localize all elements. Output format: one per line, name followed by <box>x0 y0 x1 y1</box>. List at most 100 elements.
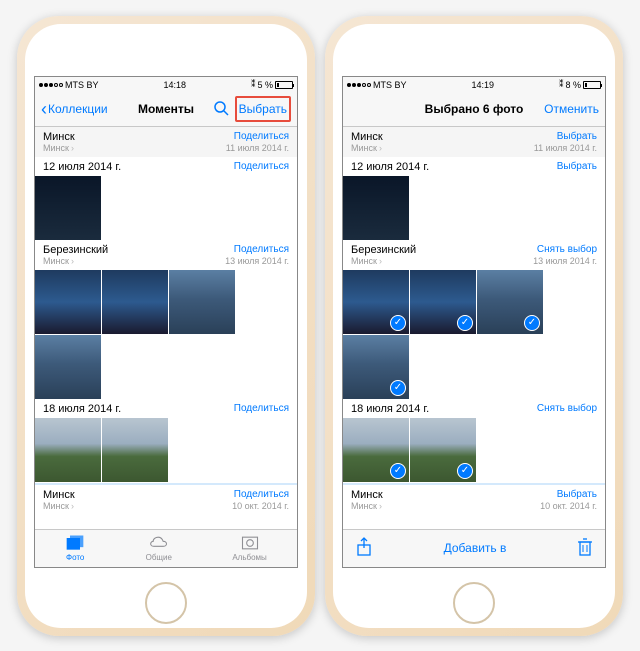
section-header[interactable]: МинскМинск › Выбрать11 июля 2014 г. <box>343 127 605 157</box>
tab-label: Фото <box>66 553 84 562</box>
section-title: Минск <box>43 489 75 501</box>
section-subtitle: Минск › <box>351 501 383 511</box>
carrier-label: MTS BY <box>373 80 407 90</box>
section-header[interactable]: БерезинскийМинск › Снять выбор13 июля 20… <box>343 240 605 270</box>
tab-bar: Фото Общие Альбомы <box>35 529 297 567</box>
checkmark-icon: ✓ <box>390 380 406 396</box>
cloud-icon <box>149 534 169 552</box>
tab-label: Общие <box>146 553 172 562</box>
checkmark-icon: ✓ <box>390 463 406 479</box>
checkmark-icon: ✓ <box>390 315 406 331</box>
time-label: 14:18 <box>163 80 186 90</box>
section-title: Минск <box>43 131 75 143</box>
section-header[interactable]: 18 июля 2014 г. Поделиться <box>35 399 297 418</box>
section-date: 10 окт. 2014 г. <box>232 501 289 511</box>
nav-title: Моменты <box>138 102 194 116</box>
search-icon[interactable] <box>213 100 229 119</box>
photo-thumbnail[interactable]: ✓ <box>477 270 543 334</box>
home-button[interactable] <box>453 582 495 624</box>
section-title: Минск <box>351 489 383 501</box>
tab-label: Альбомы <box>232 553 266 562</box>
section-header[interactable]: БерезинскийМинск › Поделиться13 июля 201… <box>35 240 297 270</box>
photo-thumbnail[interactable] <box>35 335 101 399</box>
nav-bar: ‹ Коллекции Моменты Выбрать <box>35 93 297 127</box>
back-label: Коллекции <box>48 102 108 116</box>
checkmark-icon: ✓ <box>457 463 473 479</box>
phone-right: MTS BY 14:19 ⁑ 8 % Выбрано 6 фото Отмени… <box>325 16 623 636</box>
select-button[interactable]: Выбрать <box>235 96 291 122</box>
battery-label: 5 % <box>257 80 273 90</box>
share-link[interactable]: Поделиться <box>225 244 289 255</box>
section-date: 11 июля 2014 г. <box>534 143 597 153</box>
select-link[interactable]: Выбрать <box>557 161 597 172</box>
time-label: 14:19 <box>471 80 494 90</box>
back-button[interactable]: ‹ Коллекции <box>41 99 108 120</box>
addto-button[interactable]: Добавить в <box>444 541 507 555</box>
checkmark-icon: ✓ <box>457 315 473 331</box>
section-title: 18 июля 2014 г. <box>351 403 429 415</box>
photo-thumbnail[interactable]: ✓ <box>343 418 409 482</box>
battery-icon <box>583 81 601 89</box>
section-subtitle: Минск › <box>43 501 75 511</box>
share-link[interactable]: Поделиться <box>226 131 289 142</box>
deselect-link[interactable]: Снять выбор <box>533 244 597 255</box>
section-header[interactable]: 12 июля 2014 г. Выбрать <box>343 157 605 176</box>
tab-shared[interactable]: Общие <box>146 534 172 562</box>
section-header[interactable]: 12 июля 2014 г. Поделиться <box>35 157 297 176</box>
section-subtitle: Минск › <box>351 143 383 153</box>
select-link[interactable]: Выбрать <box>534 131 597 142</box>
battery-icon <box>275 81 293 89</box>
photo-thumbnail[interactable] <box>169 270 235 334</box>
photos-icon <box>65 534 85 552</box>
signal-icon <box>39 83 63 87</box>
photo-thumbnail[interactable]: ✓ <box>343 270 409 334</box>
section-subtitle: Минск › <box>43 256 108 266</box>
phone-left: MTS BY 14:18 ⁑ 5 % ‹ Коллекции Моменты В… <box>17 16 315 636</box>
screen-left: MTS BY 14:18 ⁑ 5 % ‹ Коллекции Моменты В… <box>34 76 298 568</box>
section-title: 18 июля 2014 г. <box>43 403 121 415</box>
tab-albums[interactable]: Альбомы <box>232 534 266 562</box>
deselect-link[interactable]: Снять выбор <box>537 403 597 414</box>
section-title: 12 июля 2014 г. <box>351 161 429 173</box>
photo-thumbnail[interactable] <box>35 418 101 482</box>
section-title: 12 июля 2014 г. <box>43 161 121 173</box>
section-header[interactable]: МинскМинск › Поделиться11 июля 2014 г. <box>35 127 297 157</box>
section-date: 13 июля 2014 г. <box>533 256 597 266</box>
photo-thumbnail[interactable] <box>35 270 101 334</box>
checkmark-icon: ✓ <box>524 315 540 331</box>
tab-photos[interactable]: Фото <box>65 534 85 562</box>
section-header[interactable]: МинскМинск › Выбрать10 окт. 2014 г. <box>343 485 605 515</box>
content[interactable]: МинскМинск › Выбрать11 июля 2014 г. 12 и… <box>343 127 605 529</box>
section-title: Березинский <box>351 244 416 256</box>
status-bar: MTS BY 14:19 ⁑ 8 % <box>343 77 605 93</box>
battery-label: 8 % <box>565 80 581 90</box>
section-title: Березинский <box>43 244 108 256</box>
section-header[interactable]: МинскМинск › Поделиться10 окт. 2014 г. <box>35 485 297 515</box>
nav-bar: Выбрано 6 фото Отменить <box>343 93 605 127</box>
photo-thumbnail[interactable] <box>102 270 168 334</box>
screen-right: MTS BY 14:19 ⁑ 8 % Выбрано 6 фото Отмени… <box>342 76 606 568</box>
section-date: 10 окт. 2014 г. <box>540 501 597 511</box>
photo-thumbnail[interactable]: ✓ <box>410 270 476 334</box>
home-button[interactable] <box>145 582 187 624</box>
share-link[interactable]: Поделиться <box>234 403 289 414</box>
content[interactable]: МинскМинск › Поделиться11 июля 2014 г. 1… <box>35 127 297 529</box>
share-link[interactable]: Поделиться <box>234 161 289 172</box>
share-icon[interactable] <box>355 537 373 560</box>
section-header[interactable]: 18 июля 2014 г. Снять выбор <box>343 399 605 418</box>
section-title: Минск <box>351 131 383 143</box>
trash-icon[interactable] <box>577 537 593 560</box>
cancel-button[interactable]: Отменить <box>544 102 599 116</box>
bluetooth-icon: ⁑ <box>559 79 564 90</box>
select-link[interactable]: Выбрать <box>540 489 597 500</box>
section-date: 11 июля 2014 г. <box>226 143 289 153</box>
photo-thumbnail[interactable] <box>343 176 409 240</box>
toolbar: Добавить в <box>343 529 605 567</box>
photo-thumbnail[interactable] <box>35 176 101 240</box>
share-link[interactable]: Поделиться <box>232 489 289 500</box>
photo-thumbnail[interactable]: ✓ <box>343 335 409 399</box>
photo-thumbnail[interactable]: ✓ <box>410 418 476 482</box>
chevron-left-icon: ‹ <box>41 99 47 120</box>
section-date: 13 июля 2014 г. <box>225 256 289 266</box>
photo-thumbnail[interactable] <box>102 418 168 482</box>
